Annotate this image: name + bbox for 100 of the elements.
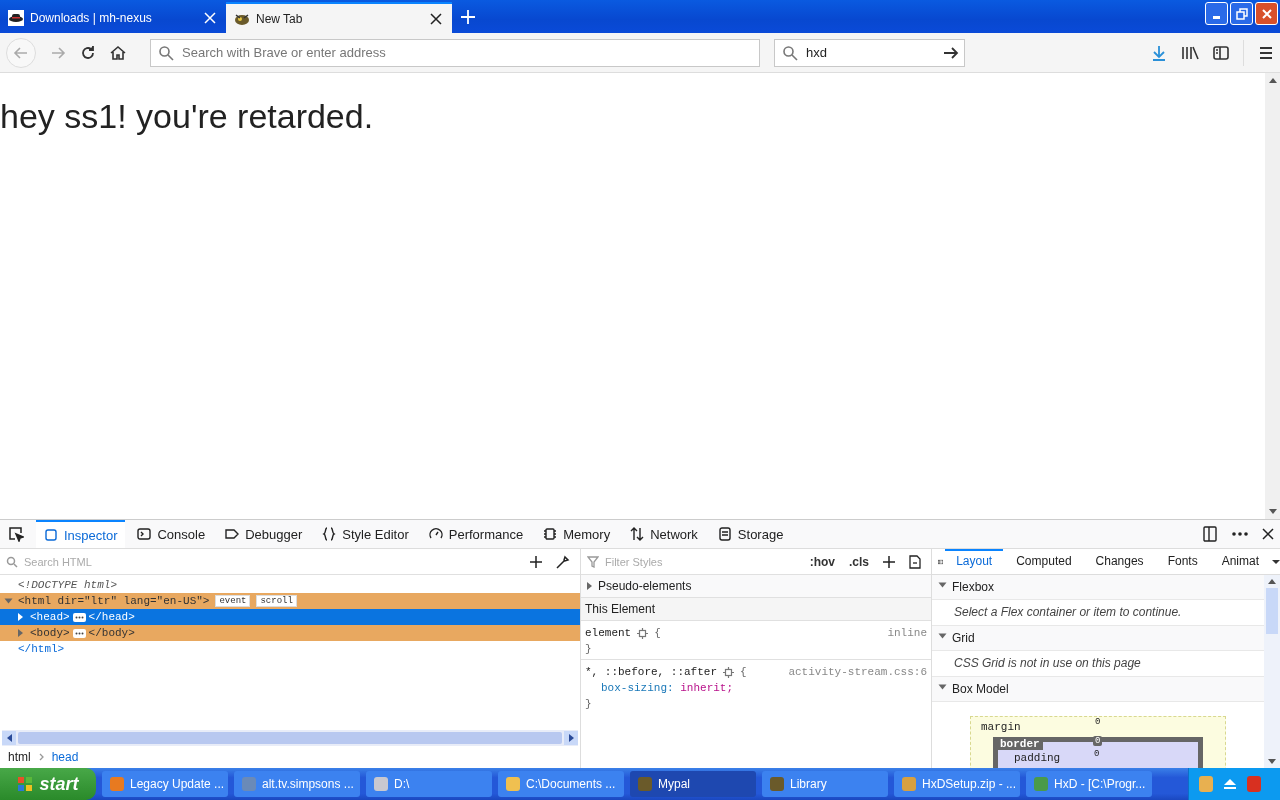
brace: }: [585, 643, 592, 655]
section-header[interactable]: Box Model: [932, 677, 1264, 702]
search-field[interactable]: hxd: [774, 38, 965, 67]
document-icon: [717, 527, 732, 541]
event-badge[interactable]: event: [215, 595, 251, 607]
target-icon[interactable]: [637, 627, 649, 639]
ellipsis-badge[interactable]: [72, 628, 86, 638]
source-link[interactable]: activity-stream.css:6: [788, 664, 927, 680]
chevron-icon: [38, 753, 44, 761]
close-icon: [1260, 7, 1273, 20]
document-icon[interactable]: [909, 554, 921, 569]
event-badge[interactable]: scroll: [256, 595, 297, 607]
hov-button[interactable]: :hov: [809, 554, 835, 569]
tag-text: </head>: [88, 611, 135, 623]
reload-icon[interactable]: [80, 44, 96, 61]
box-value[interactable]: 0: [1093, 736, 1103, 746]
dock-icon[interactable]: [1202, 526, 1218, 542]
page-heading: hey ss1! you're retarded.: [0, 97, 375, 136]
hat-icon: [8, 9, 24, 26]
dropdown-icon[interactable]: [1272, 559, 1280, 564]
brace: {: [740, 665, 747, 680]
address-bar[interactable]: Search with Brave or enter address: [150, 38, 760, 67]
breadcrumb[interactable]: html: [8, 750, 31, 764]
picker-icon[interactable]: [8, 526, 24, 542]
taskbar-button[interactable]: Legacy Update ...: [102, 771, 228, 797]
filter-field[interactable]: Filter Styles: [603, 554, 796, 569]
tag-text: </body>: [88, 627, 135, 639]
taskbar-button[interactable]: Mypal: [630, 771, 756, 797]
minimize-button[interactable]: [1205, 2, 1228, 25]
restore-button[interactable]: [1230, 2, 1253, 25]
menu-icon[interactable]: [1258, 44, 1274, 61]
cls-button[interactable]: .cls: [849, 554, 869, 569]
close-icon[interactable]: [430, 12, 442, 25]
start-button[interactable]: start: [0, 768, 96, 800]
app-icon: [902, 777, 916, 791]
sidebar-tab[interactable]: Changes: [1084, 549, 1155, 574]
tag-text: </html>: [18, 643, 65, 655]
tag-text: <body>: [30, 627, 70, 639]
ellipsis-badge[interactable]: [72, 612, 86, 622]
breadcrumb[interactable]: head: [51, 750, 79, 764]
arrow-icon[interactable]: [943, 44, 959, 61]
scrollbar[interactable]: [2, 730, 578, 746]
section-title[interactable]: Pseudo-elements: [598, 579, 692, 593]
close-button[interactable]: [1255, 2, 1278, 25]
markup-line[interactable]: <!DOCTYPE html>: [0, 577, 580, 593]
sidebar-icon[interactable]: [1213, 44, 1229, 61]
box-label: border: [997, 738, 1043, 750]
search-icon: [782, 44, 798, 61]
taskbar-button[interactable]: C:\Documents ...: [498, 771, 624, 797]
brace: {: [654, 626, 661, 641]
scrollbar[interactable]: [1264, 575, 1280, 768]
download-icon[interactable]: [1151, 44, 1167, 61]
devtools-tab[interactable]: Inspector: [36, 520, 126, 548]
close-icon[interactable]: [1262, 528, 1274, 540]
devtools-tab[interactable]: Debugger: [217, 520, 311, 548]
eyedropper-icon[interactable]: [556, 554, 570, 569]
more-icon[interactable]: [1232, 532, 1248, 536]
sidebar-tab[interactable]: Computed: [1005, 549, 1083, 574]
box-value[interactable]: 0: [1094, 749, 1100, 759]
tag-text: <html dir="ltr" lang="en-US">: [18, 595, 210, 607]
devtools-tab[interactable]: Memory: [535, 520, 619, 548]
sidebar-tab[interactable]: Fonts: [1156, 549, 1209, 574]
app-icon: [770, 777, 784, 791]
css-property[interactable]: box-sizing:: [601, 682, 674, 694]
browser-tab[interactable]: New Tab: [226, 2, 452, 33]
css-value[interactable]: inherit;: [680, 682, 734, 694]
library-icon[interactable]: [1181, 44, 1199, 61]
taskbar-button[interactable]: HxD - [C:\Progr...: [1026, 771, 1152, 797]
tag-icon: [225, 527, 240, 541]
browser-tab[interactable]: Downloads | mh-nexus: [0, 2, 226, 33]
tag-text: <!DOCTYPE html>: [18, 579, 118, 591]
home-icon[interactable]: [110, 44, 126, 61]
taskbar-button[interactable]: HxDSetup.zip - ...: [894, 771, 1020, 797]
section-header[interactable]: Grid: [932, 626, 1264, 651]
box-label: margin: [981, 721, 1021, 733]
plus-icon[interactable]: [530, 555, 542, 568]
taskbar-button[interactable]: alt.tv.simpsons ...: [234, 771, 360, 797]
taskbar-button[interactable]: D:\: [366, 771, 492, 797]
target-icon[interactable]: [723, 666, 735, 678]
sidebar-tab[interactable]: Animat: [1210, 549, 1270, 574]
devtools-tab[interactable]: Console: [129, 520, 214, 548]
scrollbar[interactable]: [1265, 73, 1280, 519]
box-value[interactable]: 0: [1095, 717, 1101, 727]
source-link[interactable]: inline: [887, 625, 927, 641]
devtools-tab[interactable]: Network: [622, 520, 706, 548]
eject-icon[interactable]: [1223, 778, 1237, 790]
devtools-tab[interactable]: Storage: [709, 520, 792, 548]
restore-icon: [1235, 7, 1248, 20]
tag-text: <head>: [30, 611, 70, 623]
devtools-tab[interactable]: Performance: [420, 520, 532, 548]
plus-icon[interactable]: [883, 555, 895, 568]
brace: }: [585, 698, 592, 710]
search-icon: [6, 555, 18, 568]
taskbar-button[interactable]: Library: [762, 771, 888, 797]
search-field[interactable]: Search HTML: [22, 554, 516, 569]
devtools-tab[interactable]: Style Editor: [314, 520, 417, 548]
css-selector: element: [585, 626, 632, 641]
twisty-icon[interactable]: [587, 582, 592, 590]
terminal-icon: [137, 527, 152, 541]
section-header[interactable]: Flexbox: [932, 575, 1264, 600]
